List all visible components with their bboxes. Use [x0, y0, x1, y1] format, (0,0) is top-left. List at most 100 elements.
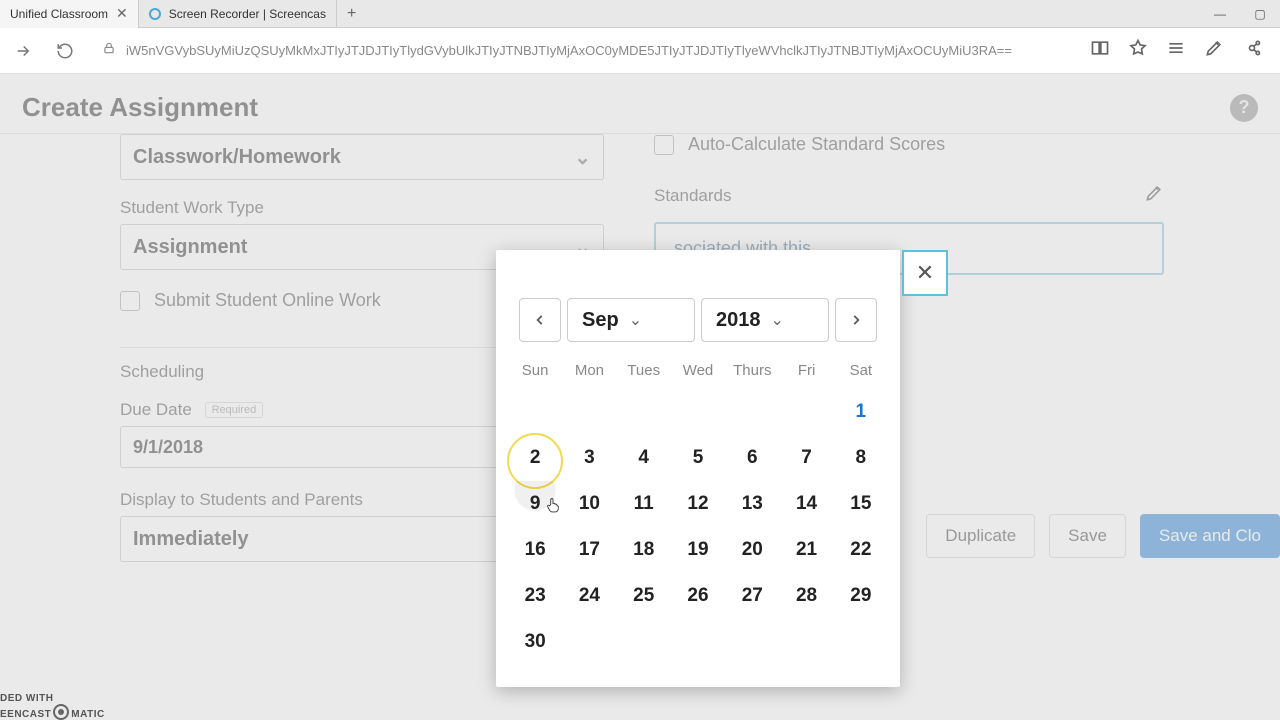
calendar-day	[617, 619, 671, 665]
menu-icon[interactable]	[1166, 38, 1186, 63]
chevron-down-icon: ⌄	[629, 310, 642, 330]
calendar-day[interactable]: 25	[617, 573, 671, 619]
calendar-day[interactable]: 16	[508, 527, 562, 573]
calendar-day	[779, 389, 833, 435]
day-of-week-header: Tues	[617, 356, 671, 389]
calendar-day[interactable]: 26	[671, 573, 725, 619]
checkbox-icon[interactable]	[654, 135, 674, 155]
required-badge: Required	[205, 402, 264, 418]
new-tab-button[interactable]: +	[337, 5, 366, 23]
day-of-week-header: Sat	[834, 356, 888, 389]
tab-title: Unified Classroom	[10, 7, 108, 21]
category-select[interactable]: Classwork/Homework ⌄	[120, 134, 604, 180]
calendar-day	[671, 389, 725, 435]
close-button[interactable]: ✕	[902, 250, 948, 296]
close-icon[interactable]: ✕	[116, 5, 128, 22]
forward-icon[interactable]	[8, 36, 38, 66]
month-value: Sep	[582, 309, 619, 332]
calendar-day	[562, 389, 616, 435]
calendar-day[interactable]: 1	[834, 389, 888, 435]
browser-tab-2[interactable]: Screen Recorder | Screencas	[139, 0, 337, 28]
calendar-day[interactable]: 17	[562, 527, 616, 573]
favicon-icon	[149, 8, 161, 20]
calendar-day[interactable]: 12	[671, 481, 725, 527]
calendar-day	[617, 389, 671, 435]
help-icon[interactable]: ?	[1230, 94, 1258, 122]
display-value: Immediately	[133, 528, 249, 551]
calendar-day	[671, 619, 725, 665]
auto-calc-checkbox-row[interactable]: Auto-Calculate Standard Scores	[654, 134, 1164, 155]
calendar-day[interactable]: 20	[725, 527, 779, 573]
duplicate-button[interactable]: Duplicate	[926, 514, 1035, 558]
auto-calc-label: Auto-Calculate Standard Scores	[688, 134, 945, 155]
calendar-day[interactable]: 23	[508, 573, 562, 619]
calendar-day[interactable]: 21	[779, 527, 833, 573]
calendar-day	[562, 619, 616, 665]
calendar-day[interactable]: 30	[508, 619, 562, 665]
day-of-week-header: Thurs	[725, 356, 779, 389]
submit-online-label: Submit Student Online Work	[154, 290, 381, 311]
calendar-day[interactable]: 19	[671, 527, 725, 573]
share-icon[interactable]	[1242, 38, 1262, 63]
calendar-day	[725, 389, 779, 435]
calendar-day	[725, 619, 779, 665]
calendar-day[interactable]: 10	[562, 481, 616, 527]
action-bar: Duplicate Save Save and Clo	[926, 514, 1280, 558]
calendar-day	[779, 619, 833, 665]
save-button[interactable]: Save	[1049, 514, 1126, 558]
maximize-button[interactable]: ▢	[1240, 0, 1280, 28]
calendar-day[interactable]: 14	[779, 481, 833, 527]
day-of-week-header: Mon	[562, 356, 616, 389]
browser-tab-strip: Unified Classroom ✕ Screen Recorder | Sc…	[0, 0, 1280, 28]
calendar-day[interactable]: 22	[834, 527, 888, 573]
notes-icon[interactable]	[1204, 38, 1224, 63]
year-value: 2018	[716, 309, 761, 332]
calendar-day[interactable]: 24	[562, 573, 616, 619]
tab-title: Screen Recorder | Screencas	[169, 7, 326, 21]
calendar-day[interactable]: 29	[834, 573, 888, 619]
calendar-day[interactable]: 7	[779, 435, 833, 481]
month-select[interactable]: Sep ⌄	[567, 298, 695, 342]
calendar-day[interactable]: 15	[834, 481, 888, 527]
calendar-day[interactable]: 4	[617, 435, 671, 481]
calendar-day[interactable]: 5	[671, 435, 725, 481]
calendar-day[interactable]: 6	[725, 435, 779, 481]
browser-toolbar: iW5nVGVybSUyMiUzQSUyMkMxJTIyJTJDJTIyTlyd…	[0, 28, 1280, 74]
calendar-grid: SunMonTuesWedThursFriSat1234567891011121…	[508, 356, 888, 665]
calendar-day[interactable]: 27	[725, 573, 779, 619]
work-type-value: Assignment	[133, 236, 247, 259]
calendar-day[interactable]: 9	[508, 481, 562, 527]
due-date-input[interactable]: 9/1/2018	[120, 426, 500, 468]
category-value: Classwork/Homework	[133, 146, 341, 169]
calendar-day[interactable]: 13	[725, 481, 779, 527]
year-select[interactable]: 2018 ⌄	[701, 298, 829, 342]
address-bar[interactable]: iW5nVGVybSUyMiUzQSUyMkMxJTIyJTJDJTIyTlyd…	[92, 35, 1078, 67]
ring-icon	[53, 704, 69, 720]
minimize-button[interactable]: —	[1200, 0, 1240, 28]
due-date-value: 9/1/2018	[133, 437, 203, 458]
calendar-day[interactable]: 3	[562, 435, 616, 481]
calendar-day[interactable]: 18	[617, 527, 671, 573]
page-title: Create Assignment	[22, 92, 258, 123]
calendar-day[interactable]: 2	[508, 435, 562, 481]
checkbox-icon[interactable]	[120, 291, 140, 311]
watermark: DED WITH EENCASTMATIC	[0, 693, 105, 720]
edit-icon[interactable]	[1144, 183, 1164, 208]
standards-label: Standards	[654, 186, 732, 206]
day-of-week-header: Wed	[671, 356, 725, 389]
calendar-day[interactable]: 8	[834, 435, 888, 481]
lock-icon	[102, 41, 116, 60]
prev-month-button[interactable]	[519, 298, 561, 342]
url-text: iW5nVGVybSUyMiUzQSUyMkMxJTIyJTJDJTIyTlyd…	[126, 43, 1012, 58]
calendar-day[interactable]: 11	[617, 481, 671, 527]
next-month-button[interactable]	[835, 298, 877, 342]
calendar-day[interactable]: 28	[779, 573, 833, 619]
calendar-day	[834, 619, 888, 665]
browser-tab-1[interactable]: Unified Classroom ✕	[0, 0, 139, 28]
favorites-icon[interactable]	[1128, 38, 1148, 63]
work-type-label: Student Work Type	[120, 198, 604, 218]
day-of-week-header: Sun	[508, 356, 562, 389]
refresh-icon[interactable]	[50, 36, 80, 66]
save-and-close-button[interactable]: Save and Clo	[1140, 514, 1280, 558]
reading-view-icon[interactable]	[1090, 38, 1110, 63]
